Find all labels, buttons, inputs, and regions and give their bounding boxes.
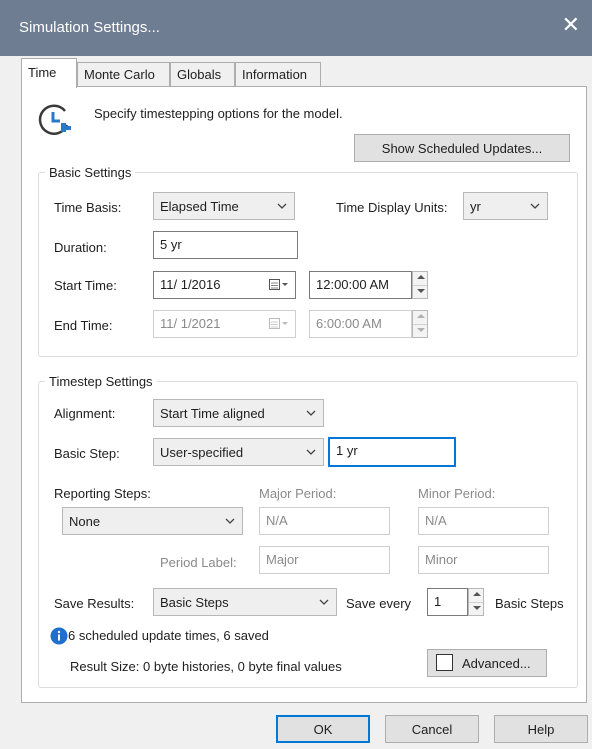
basic-step-value: User-specified	[160, 445, 244, 460]
minor-period-label: Minor Period:	[418, 486, 496, 501]
calendar-icon	[269, 318, 288, 329]
major-label-input: Major	[259, 546, 390, 574]
tab-information-label: Information	[242, 67, 308, 82]
start-time-spinner[interactable]	[412, 271, 428, 299]
end-time-label: End Time:	[54, 318, 113, 333]
start-date-value: 11/ 1/2016	[160, 277, 221, 292]
header-description: Specify timestepping options for the mod…	[94, 106, 343, 121]
major-period-value: N/A	[266, 513, 288, 528]
alignment-value: Start Time aligned	[160, 406, 265, 421]
chevron-down-icon	[277, 203, 287, 209]
save-every-spinner[interactable]	[468, 588, 484, 616]
chevron-down-icon	[530, 203, 540, 209]
scheduled-updates-info: 6 scheduled update times, 6 saved	[68, 628, 269, 643]
minor-period-value: N/A	[425, 513, 447, 528]
duration-value: 5 yr	[160, 237, 182, 252]
basic-settings-title: Basic Settings	[45, 165, 136, 180]
save-results-label: Save Results:	[54, 596, 135, 611]
chevron-down-icon	[306, 410, 316, 416]
cancel-button[interactable]: Cancel	[385, 715, 479, 743]
minor-label-input: Minor	[418, 546, 549, 574]
major-period-label: Major Period:	[259, 486, 337, 501]
save-every-label: Save every	[346, 596, 412, 611]
tab-information[interactable]: Information	[235, 62, 321, 86]
start-date-picker[interactable]: 11/ 1/2016	[153, 271, 296, 299]
end-date-picker: 11/ 1/2021	[153, 310, 296, 338]
tab-monte-carlo-label: Monte Carlo	[84, 67, 155, 82]
major-period-input: N/A	[259, 507, 390, 535]
start-time-label: Start Time:	[54, 278, 117, 293]
duration-input[interactable]: 5 yr	[153, 231, 298, 259]
advanced-button[interactable]: Advanced...	[427, 649, 547, 677]
reporting-steps-label: Reporting Steps:	[54, 486, 151, 501]
chevron-down-icon	[319, 599, 329, 605]
spin-up-icon[interactable]	[413, 272, 427, 285]
advanced-checkbox[interactable]	[436, 654, 453, 671]
time-display-units-label: Time Display Units:	[336, 200, 448, 215]
save-every-units: Basic Steps	[495, 596, 564, 611]
dialog-title: Simulation Settings...	[19, 19, 160, 36]
reporting-steps-value: None	[69, 514, 101, 529]
alignment-label: Alignment:	[54, 406, 116, 421]
advanced-label: Advanced...	[462, 656, 531, 671]
time-basis-dropdown[interactable]: Elapsed Time	[153, 192, 295, 220]
show-scheduled-updates-label: Show Scheduled Updates...	[381, 141, 543, 156]
start-time-input[interactable]: 12:00:00 AM	[309, 271, 412, 299]
end-date-value: 11/ 1/2021	[160, 316, 221, 331]
spin-down-icon[interactable]	[413, 285, 427, 298]
clock-settings-icon	[38, 104, 71, 135]
tab-monte-carlo[interactable]: Monte Carlo	[77, 62, 170, 86]
basic-step-input[interactable]: 1 yr	[328, 437, 456, 467]
save-results-dropdown[interactable]: Basic Steps	[153, 588, 337, 616]
time-display-units-dropdown[interactable]: yr	[463, 192, 548, 220]
spin-up-icon[interactable]	[469, 589, 483, 602]
major-label-value: Major	[266, 552, 299, 567]
time-display-units-value: yr	[470, 199, 481, 214]
simulation-settings-dialog: Simulation Settings... ✕ Time Monte Carl…	[0, 0, 592, 749]
chevron-down-icon	[225, 518, 235, 524]
show-scheduled-updates-button[interactable]: Show Scheduled Updates...	[354, 134, 570, 162]
basic-step-label: Basic Step:	[54, 446, 120, 461]
period-label-label: Period Label:	[160, 555, 237, 570]
basic-step-input-value: 1 yr	[336, 443, 358, 458]
close-icon[interactable]: ✕	[562, 14, 580, 36]
end-time-input: 6:00:00 AM	[309, 310, 412, 338]
help-button[interactable]: Help	[494, 715, 588, 743]
save-every-input[interactable]: 1	[427, 588, 468, 616]
ok-button[interactable]: OK	[276, 715, 370, 743]
end-time-value: 6:00:00 AM	[316, 316, 382, 331]
ok-label: OK	[313, 722, 333, 737]
tab-globals-label: Globals	[177, 67, 222, 82]
spin-up-icon	[413, 311, 427, 324]
result-size-info: Result Size: 0 byte histories, 0 byte fi…	[70, 659, 342, 674]
tab-globals[interactable]: Globals	[170, 62, 235, 86]
save-results-value: Basic Steps	[160, 595, 229, 610]
chevron-down-icon	[306, 449, 316, 455]
duration-label: Duration:	[54, 240, 107, 255]
spin-down-icon	[413, 324, 427, 337]
time-basis-value: Elapsed Time	[160, 199, 239, 214]
minor-period-input: N/A	[418, 507, 549, 535]
time-basis-label: Time Basis:	[54, 200, 122, 215]
save-every-value: 1	[434, 594, 442, 609]
cancel-label: Cancel	[411, 722, 453, 737]
info-icon	[50, 627, 68, 645]
title-bar: Simulation Settings... ✕	[0, 0, 592, 56]
help-label: Help	[527, 722, 555, 737]
minor-label-value: Minor	[425, 552, 458, 567]
tab-time[interactable]: Time	[21, 58, 77, 88]
start-time-value: 12:00:00 AM	[316, 277, 389, 292]
reporting-steps-dropdown[interactable]: None	[62, 507, 243, 535]
tab-time-label: Time	[28, 65, 57, 80]
alignment-dropdown[interactable]: Start Time aligned	[153, 399, 324, 427]
spin-down-icon[interactable]	[469, 602, 483, 615]
basic-step-dropdown[interactable]: User-specified	[153, 438, 324, 466]
calendar-icon	[269, 279, 288, 290]
timestep-settings-title: Timestep Settings	[45, 374, 157, 389]
end-time-spinner	[412, 310, 428, 338]
